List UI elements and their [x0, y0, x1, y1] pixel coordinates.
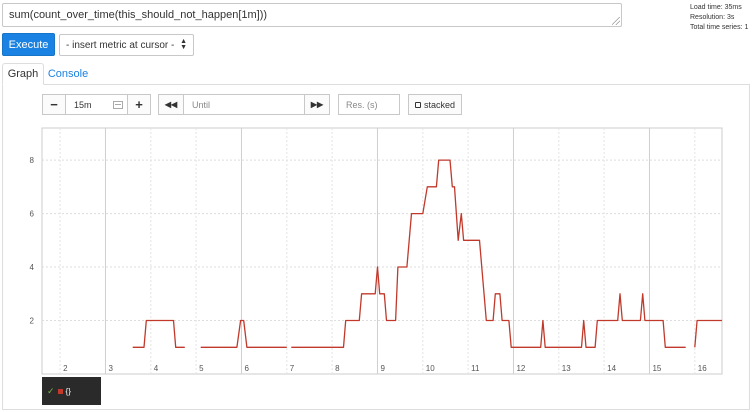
- x-tick-label: 11: [471, 364, 480, 373]
- plot-frame: [41, 127, 723, 375]
- graph-chart: 2 4 6 8 2 3 4 5 6 7 8 9 10 11 12 13 14 15 16: [30, 127, 723, 375]
- legend-check-icon: ✓: [47, 385, 55, 396]
- x-tick-label: 12: [516, 364, 525, 373]
- tab-graph[interactable]: Graph: [2, 63, 44, 85]
- x-tick-label: 14: [607, 364, 616, 373]
- x-tick-label: 15: [652, 364, 661, 373]
- y-tick-label: 8: [30, 156, 35, 165]
- x-tick-label: 9: [380, 364, 385, 373]
- x-tick-label: 10: [426, 364, 435, 373]
- x-tick-label: 4: [154, 364, 159, 373]
- prometheus-graph-page: sum(count_over_time(this_should_not_happ…: [0, 0, 752, 412]
- x-tick-label: 3: [108, 364, 113, 373]
- legend-swatch: [57, 388, 63, 394]
- x-tick-label: 16: [698, 364, 707, 373]
- x-tick-label: 2: [63, 364, 68, 373]
- x-tick-label: 7: [290, 364, 295, 373]
- x-tick-label: 6: [244, 364, 249, 373]
- x-tick-label: 8: [335, 364, 340, 373]
- legend-series-label: {}: [65, 386, 71, 396]
- x-tick-label: 5: [199, 364, 204, 373]
- y-tick-label: 6: [30, 210, 35, 219]
- y-tick-label: 4: [30, 263, 35, 272]
- series-legend[interactable]: ✓ {}: [42, 377, 101, 405]
- y-tick-label: 2: [30, 317, 35, 326]
- x-tick-label: 13: [562, 364, 571, 373]
